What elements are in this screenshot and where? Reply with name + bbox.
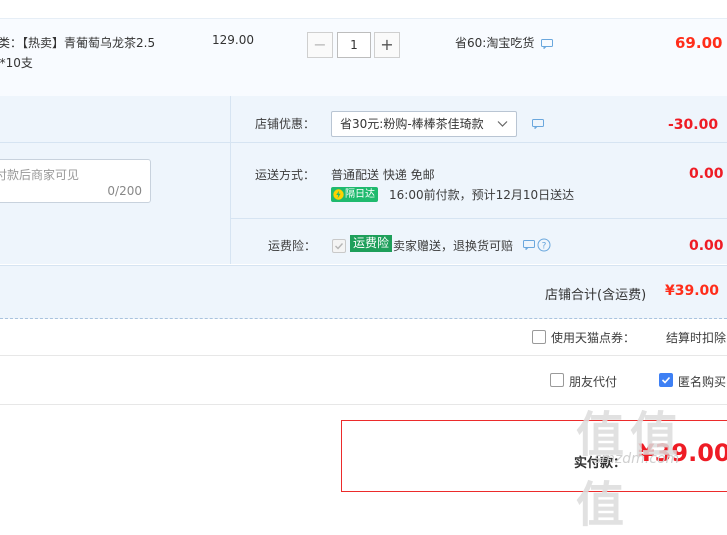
next-day-badge: 隔日达 — [331, 187, 378, 202]
product-title-line2: g*10支 — [0, 56, 33, 70]
unit-price: 129.00 — [212, 33, 254, 47]
note-textarea[interactable]: 付款后商家可见 0/200 — [0, 159, 151, 203]
anonymous-checkbox[interactable] — [659, 373, 673, 387]
tmall-points-label: 使用天猫点券： — [551, 331, 636, 345]
insurance-text: 卖家赠送，退换货可赔 — [393, 239, 514, 253]
shop-discount-amount: -30.00 — [668, 117, 719, 133]
quantity-input[interactable]: 1 — [337, 32, 371, 58]
quantity-increment-button[interactable]: + — [374, 32, 400, 58]
shipping-eta: 16:00前付款，预计12月10日送达 — [389, 188, 575, 202]
friend-pay-checkbox[interactable] — [550, 373, 564, 387]
message-icon[interactable] — [532, 119, 544, 129]
divider — [231, 142, 727, 143]
watermark-site: smzdm.com — [594, 451, 680, 467]
shop-total-label: 店铺合计(含运费) — [545, 288, 647, 303]
insurance-badge: 运费险 — [350, 235, 393, 252]
note-placeholder: 付款后商家可见 — [0, 168, 80, 182]
shop-discount-selected: 省30元:粉购-棒棒茶佳琦款 — [340, 117, 484, 131]
product-title[interactable]: 种类：【热卖】青葡萄乌龙茶2.5 g*10支 — [0, 33, 200, 73]
shop-discount-label: 店铺优惠： — [255, 117, 316, 131]
shop-total-amount: ¥39.00 — [665, 283, 720, 299]
product-row: 种类：【热卖】青葡萄乌龙茶2.5 g*10支 129.00 − 1 + 省60:… — [0, 18, 727, 98]
insurance-amount: 0.00 — [689, 238, 724, 254]
shipping-label: 运送方式： — [255, 168, 316, 182]
check-icon — [661, 376, 671, 384]
note-counter: 0/200 — [107, 184, 142, 198]
insurance-checkbox — [332, 239, 346, 253]
tmall-points-checkbox[interactable] — [532, 330, 546, 344]
tmall-points-note: 结算时扣除 — [666, 331, 727, 345]
item-discount-label: 省60:淘宝吃货 — [455, 36, 535, 50]
friend-pay-label: 朋友代付 — [569, 375, 618, 389]
message-icon[interactable] — [541, 39, 553, 49]
help-icon[interactable]: ? — [537, 238, 551, 252]
shipping-amount: 0.00 — [689, 166, 724, 182]
insurance-label: 运费险： — [268, 239, 317, 253]
message-icon[interactable] — [523, 240, 535, 250]
item-subtotal: 69.00 — [675, 34, 723, 52]
shop-discount-select[interactable]: 省30元:粉购-棒棒茶佳琦款 — [331, 111, 517, 137]
chevron-down-icon — [497, 121, 508, 127]
quantity-decrement-button[interactable]: − — [307, 32, 333, 58]
anonymous-label: 匿名购买 — [678, 375, 727, 389]
divider — [231, 218, 727, 219]
product-title-line1: 种类：【热卖】青葡萄乌龙茶2.5 — [0, 36, 156, 50]
next-day-badge-label: 隔日达 — [345, 189, 375, 200]
divider — [0, 355, 727, 356]
check-icon — [335, 243, 344, 250]
shop-total-row: 店铺合计(含运费) ¥39.00 — [0, 265, 727, 319]
svg-text:?: ? — [542, 242, 547, 252]
divider — [0, 142, 230, 143]
lightning-icon — [333, 189, 344, 200]
shipping-method: 普通配送 快递 免邮 — [331, 168, 435, 182]
column-divider — [230, 96, 231, 264]
